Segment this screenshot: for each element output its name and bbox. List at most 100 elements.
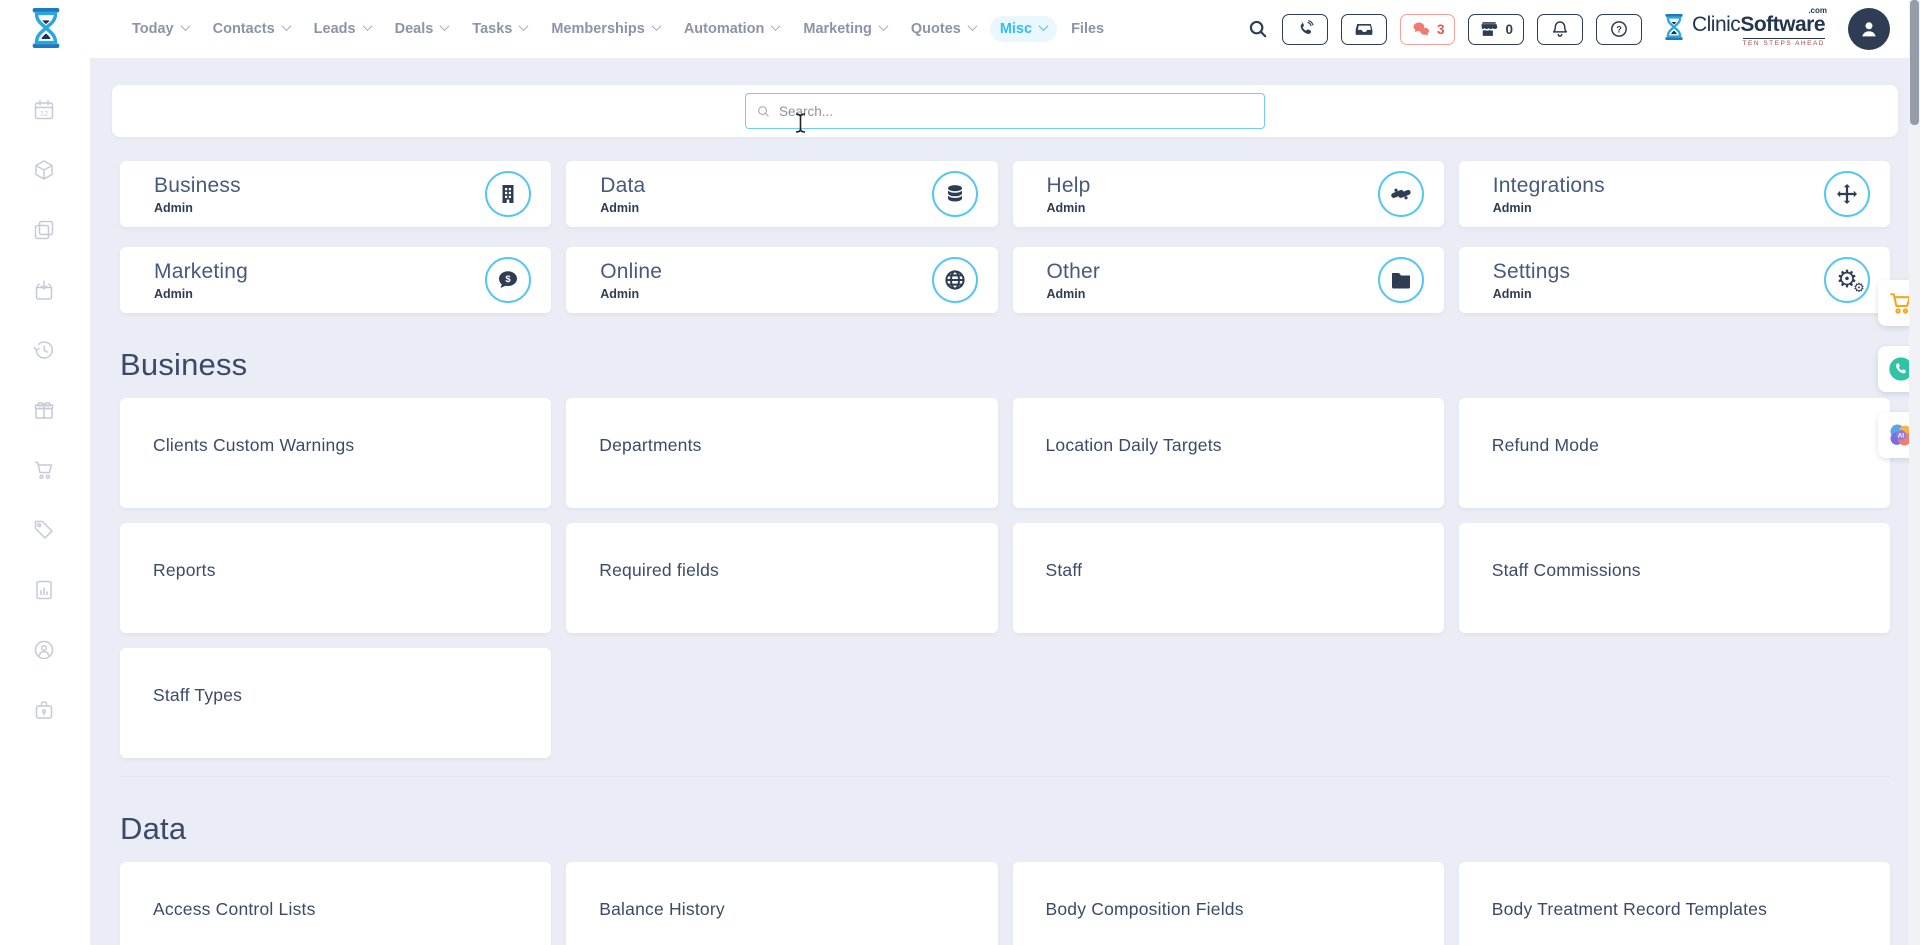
category-card-other[interactable]: Other Admin: [1013, 247, 1444, 313]
hands-help-icon: [1378, 171, 1424, 217]
question-icon: ?: [1609, 19, 1629, 39]
category-card-settings[interactable]: SettingsAdmin⚙⚙: [1459, 247, 1890, 313]
category-subtitle: Admin: [1047, 201, 1378, 215]
brand-name: ClinicSoftware: [1692, 13, 1825, 36]
sidebar-pages-icon[interactable]: [32, 218, 58, 244]
category-subtitle: Admin: [600, 201, 931, 215]
search-input[interactable]: [779, 104, 1254, 119]
nav-item-deals[interactable]: Deals: [385, 16, 459, 42]
search-panel: [112, 85, 1898, 137]
sidebar-package-icon[interactable]: [32, 158, 58, 184]
chevron-down-icon: [362, 21, 372, 31]
chats-button[interactable]: 3: [1400, 14, 1456, 45]
search-icon[interactable]: [1247, 18, 1269, 40]
admin-link-card[interactable]: Staff Commissions: [1459, 523, 1890, 633]
category-card-integrations[interactable]: Integrations Admin: [1459, 161, 1890, 227]
admin-link-card[interactable]: Refund Mode: [1459, 398, 1890, 508]
admin-link-card[interactable]: Body Composition Fields: [1013, 862, 1444, 945]
category-subtitle: Admin: [154, 287, 485, 301]
notifications-button[interactable]: [1537, 14, 1583, 45]
section-title-data: Data: [120, 811, 1890, 847]
section-title-business: Business: [120, 347, 1890, 383]
admin-link-card[interactable]: Staff Types: [120, 648, 551, 758]
nav-item-label: Files: [1071, 21, 1104, 37]
category-title: Other: [1047, 260, 1378, 284]
section-grid-business: Clients Custom WarningsDepartmentsLocati…: [120, 398, 1890, 758]
page-search: [745, 93, 1265, 129]
admin-link-card[interactable]: Clients Custom Warnings: [120, 398, 551, 508]
clinicsoftware-logo[interactable]: ClinicSoftware .com TEN STEPS AHEAD: [1661, 12, 1825, 47]
category-title: Online: [600, 260, 931, 284]
page-scrollbar[interactable]: [1909, 0, 1920, 945]
inbox-icon: [1354, 19, 1374, 39]
sidebar-report-icon[interactable]: [32, 578, 58, 604]
chevron-down-icon: [519, 21, 529, 31]
nav-item-today[interactable]: Today: [122, 16, 199, 42]
top-navbar: TodayContacts Leads Deals TasksMemberships A…: [0, 0, 1920, 58]
nav-item-tasks[interactable]: Tasks: [462, 16, 537, 42]
store-count-badge: 0: [1505, 22, 1513, 37]
main-menu: TodayContacts Leads Deals TasksMemberships A…: [122, 16, 1114, 42]
admin-category-grid: BusinessAdminDataAdminHelpAdminIntegrati…: [120, 161, 1890, 313]
nav-item-memberships[interactable]: Memberships: [541, 16, 669, 42]
topbar-actions: 3 0? ClinicSoftware .com TEN STEPS AHEAD: [1247, 8, 1920, 50]
category-card-help[interactable]: HelpAdmin: [1013, 161, 1444, 227]
nav-item-automation[interactable]: Automation: [674, 16, 790, 42]
nav-item-label: Deals: [395, 21, 434, 37]
admin-link-card[interactable]: Access Control Lists: [120, 862, 551, 945]
admin-link-card[interactable]: Departments: [566, 398, 997, 508]
building-icon: [485, 171, 531, 217]
admin-link-card[interactable]: Balance History: [566, 862, 997, 945]
sidebar-calendar-icon[interactable]: 12: [32, 98, 58, 124]
user-avatar[interactable]: [1848, 8, 1890, 50]
gears-icon: ⚙⚙: [1824, 257, 1870, 303]
left-sidebar: 12: [0, 58, 90, 945]
sidebar-checkin-basket-icon[interactable]: [32, 278, 58, 304]
store-button[interactable]: 0: [1468, 14, 1524, 45]
category-title: Data: [600, 174, 931, 198]
inbox-button[interactable]: [1341, 14, 1387, 45]
nav-item-label: Leads: [314, 21, 356, 37]
category-subtitle: Admin: [1047, 287, 1378, 301]
brand-tld: .com: [1808, 6, 1827, 15]
svg-text:$: $: [506, 274, 512, 285]
nav-item-misc[interactable]: Misc: [990, 16, 1057, 42]
nav-item-quotes[interactable]: Quotes: [901, 16, 986, 42]
sidebar-cart-icon[interactable]: [32, 458, 58, 484]
nav-item-contacts[interactable]: Contacts: [203, 16, 300, 42]
sidebar-briefcase-lock-icon[interactable]: [32, 698, 58, 724]
chevron-down-icon: [180, 21, 190, 31]
category-subtitle: Admin: [1493, 201, 1824, 215]
help-button[interactable]: ?: [1596, 14, 1642, 45]
nav-item-label: Quotes: [911, 21, 961, 37]
globe-icon: [932, 257, 978, 303]
category-card-data[interactable]: Data Admin: [566, 161, 997, 227]
category-subtitle: Admin: [1493, 287, 1824, 301]
admin-link-card[interactable]: Body Treatment Record Templates: [1459, 862, 1890, 945]
nav-item-marketing[interactable]: Marketing: [793, 16, 897, 42]
sidebar-tags-icon[interactable]: [32, 518, 58, 544]
scrollbar-thumb[interactable]: [1910, 0, 1919, 125]
nav-item-label: Automation: [684, 21, 765, 37]
admin-link-card[interactable]: Required fields: [566, 523, 997, 633]
category-card-business[interactable]: BusinessAdmin: [120, 161, 551, 227]
chevron-down-icon: [651, 21, 661, 31]
category-title: Business: [154, 174, 485, 198]
app-logo-hourglass-icon[interactable]: [26, 5, 74, 53]
folder-icon: [1378, 257, 1424, 303]
svg-text:AI: AI: [1898, 432, 1905, 439]
sidebar-history-icon[interactable]: [32, 338, 58, 364]
sidebar-user-circle-icon[interactable]: [32, 638, 58, 664]
nav-item-leads[interactable]: Leads: [304, 16, 381, 42]
nav-item-files[interactable]: Files: [1061, 16, 1114, 42]
phone-button[interactable]: [1282, 14, 1328, 45]
admin-link-card[interactable]: Reports: [120, 523, 551, 633]
admin-link-card[interactable]: Location Daily Targets: [1013, 398, 1444, 508]
chevron-down-icon: [440, 21, 450, 31]
chevron-down-icon: [878, 21, 888, 31]
category-title: Integrations: [1493, 174, 1824, 198]
category-card-marketing[interactable]: MarketingAdmin$: [120, 247, 551, 313]
admin-link-card[interactable]: Staff: [1013, 523, 1444, 633]
category-card-online[interactable]: OnlineAdmin: [566, 247, 997, 313]
sidebar-gift-icon[interactable]: [32, 398, 58, 424]
